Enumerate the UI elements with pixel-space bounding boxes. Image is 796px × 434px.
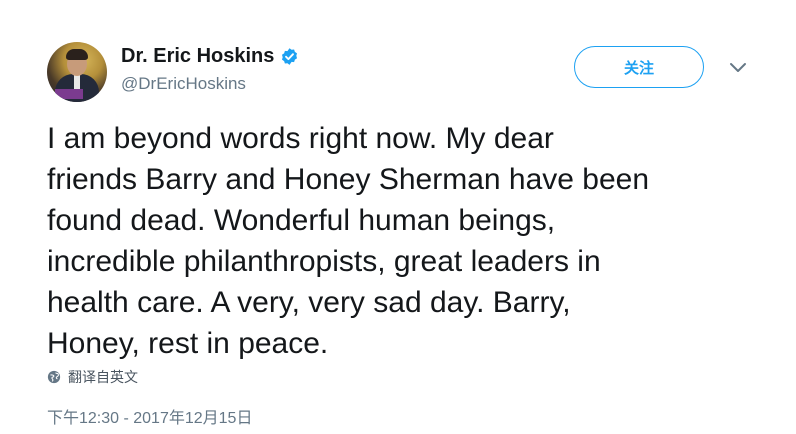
avatar[interactable]: [47, 42, 107, 102]
globe-icon: [47, 370, 61, 384]
author-display-name[interactable]: Dr. Eric Hoskins: [121, 45, 274, 68]
follow-button[interactable]: 关注: [574, 46, 704, 88]
tweet-text: I am beyond words right now. My dear fri…: [47, 122, 650, 360]
avatar-lanyard-badge: [55, 89, 83, 99]
author-handle[interactable]: @DrEricHoskins: [121, 74, 246, 94]
author-name-row[interactable]: Dr. Eric Hoskins: [121, 45, 299, 68]
tweet-timestamp[interactable]: 下午12:30 - 2017年12月15日: [47, 404, 252, 428]
translate-row[interactable]: 翻译自英文: [47, 367, 138, 387]
avatar-hair: [66, 49, 88, 60]
chevron-down-icon[interactable]: [729, 62, 747, 74]
tweet-card: Dr. Eric Hoskins @DrEricHoskins 关注 I am …: [0, 0, 796, 434]
translate-link[interactable]: 翻译自英文: [68, 367, 138, 387]
verified-badge-icon: [282, 48, 298, 65]
